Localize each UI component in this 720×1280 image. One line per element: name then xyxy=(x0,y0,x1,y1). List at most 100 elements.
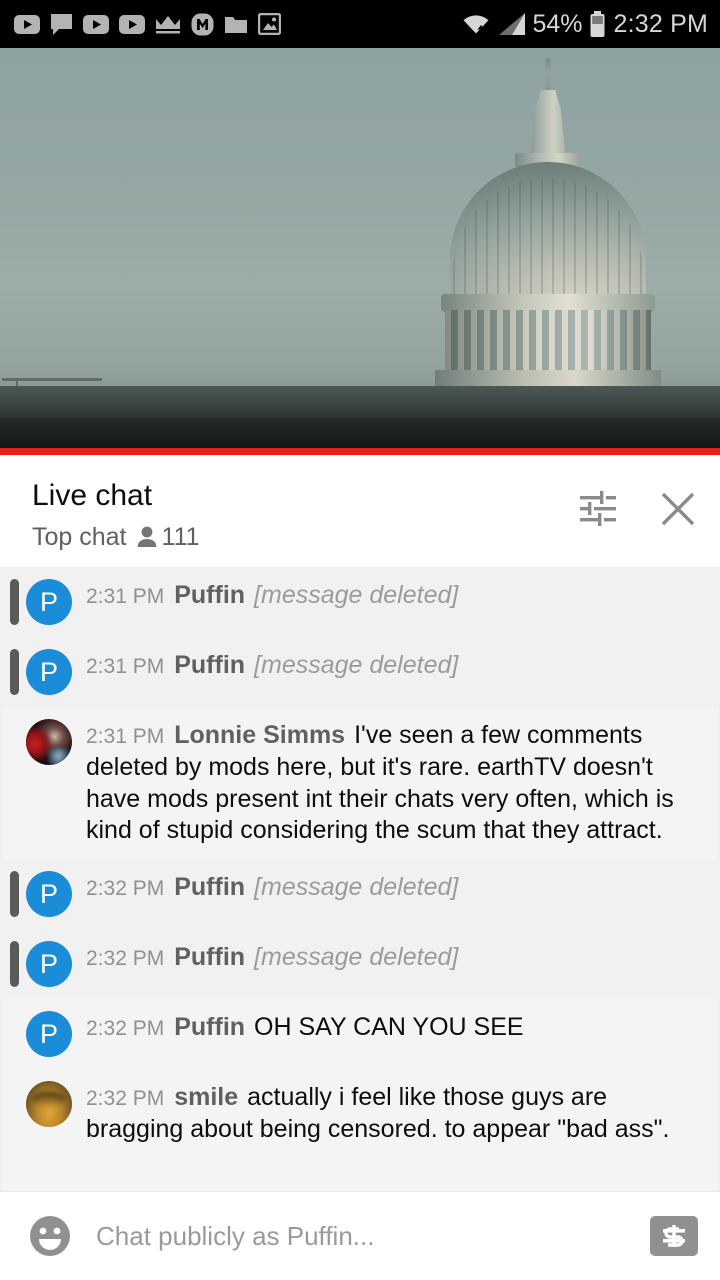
youtube-icon xyxy=(83,14,109,34)
chat-message-row[interactable]: P 2:32 PM Puffin [message deleted] xyxy=(0,929,720,999)
battery-icon xyxy=(590,10,605,37)
deleted-message-indicator-bar xyxy=(10,649,19,695)
chat-message-line: 2:32 PM Puffin [message deleted] xyxy=(86,872,698,904)
page-title: Live chat xyxy=(32,479,153,512)
chat-message-body: 2:31 PM Lonnie Simms I've seen a few comme… xyxy=(86,719,698,847)
chat-message-line: 2:32 PM smile actually i feel like those g… xyxy=(86,1082,698,1146)
chat-message-row[interactable]: 2:32 PM smile actually i feel like those g… xyxy=(0,1069,720,1158)
message-author[interactable]: Puffin xyxy=(174,1013,245,1041)
chat-message-row[interactable]: P 2:31 PM Puffin [message deleted] xyxy=(0,637,720,707)
live-chat-subheader: Top chat 111 xyxy=(32,523,200,552)
status-bar-system-icons: 54% 2:32 PM xyxy=(462,9,708,38)
chat-message-line: 2:31 PM Puffin [message deleted] xyxy=(86,650,698,682)
chat-composer xyxy=(0,1191,720,1280)
dome-tholos xyxy=(530,90,566,156)
message-timestamp: 2:32 PM xyxy=(86,877,165,900)
message-deleted-text: [message deleted] xyxy=(254,943,459,971)
message-author[interactable]: Puffin xyxy=(174,873,245,901)
chat-message-body: 2:32 PM Puffin [message deleted] xyxy=(86,941,698,987)
chat-message-row[interactable]: P 2:32 PM Puffin OH SAY CAN YOU SEE xyxy=(0,999,720,1069)
avatar[interactable]: P xyxy=(26,649,72,695)
chat-message-body: 2:32 PM Puffin [message deleted] xyxy=(86,871,698,917)
deleted-message-indicator-bar xyxy=(10,871,19,917)
avatar-letter: P xyxy=(39,1018,58,1049)
chat-message-line: 2:31 PM Lonnie Simms I've seen a few comme… xyxy=(86,720,698,847)
crane-icon xyxy=(2,378,102,381)
message-deleted-text: [message deleted] xyxy=(254,651,459,679)
emoji-smiley-icon xyxy=(30,1216,70,1256)
avatar[interactable] xyxy=(26,1081,72,1127)
video-progress-bar[interactable] xyxy=(0,448,720,455)
chat-message-row[interactable]: 2:31 PM Lonnie Simms I've seen a few comme… xyxy=(0,707,720,859)
building-roofline xyxy=(0,386,720,420)
chat-message-body: 2:31 PM Puffin [message deleted] xyxy=(86,579,698,625)
tune-sliders-icon xyxy=(580,491,616,526)
message-author[interactable]: Puffin xyxy=(174,943,245,971)
chat-message-body: 2:32 PM smile actually i feel like those g… xyxy=(86,1081,698,1146)
avatar-letter: P xyxy=(39,878,58,909)
viewer-count-group: 111 xyxy=(136,523,200,552)
message-timestamp: 2:31 PM xyxy=(86,655,165,678)
app-root: 54% 2:32 PM Live chat Top chat 111 P 2:3… xyxy=(0,0,720,1280)
chat-settings-button[interactable] xyxy=(578,489,618,529)
crown-icon xyxy=(156,16,180,34)
chat-message-row[interactable]: P 2:31 PM Puffin [message deleted] xyxy=(0,567,720,637)
statue-of-freedom xyxy=(545,58,551,92)
person-icon xyxy=(137,526,156,547)
status-bar: 54% 2:32 PM xyxy=(0,0,720,48)
folder-icon xyxy=(225,17,247,33)
deleted-message-indicator-bar xyxy=(10,941,19,987)
live-chat-header-actions xyxy=(578,479,698,529)
message-text: OH SAY CAN YOU SEE xyxy=(254,1013,524,1041)
clock-label: 2:32 PM xyxy=(613,9,708,38)
cell-signal-icon xyxy=(499,13,526,35)
message-author[interactable]: Lonnie Simms xyxy=(174,721,345,749)
dollar-bill-icon xyxy=(663,1225,685,1247)
close-chat-button[interactable] xyxy=(658,489,698,529)
chat-bubble-icon xyxy=(51,13,72,35)
chat-mode-label[interactable]: Top chat xyxy=(32,523,127,552)
dome-colonnade-shading xyxy=(445,310,651,372)
avatar[interactable]: P xyxy=(26,579,72,625)
battery-percent-label: 54% xyxy=(532,9,583,38)
message-timestamp: 2:32 PM xyxy=(86,1017,165,1040)
avatar-letter: P xyxy=(39,586,58,617)
chat-message-line: 2:32 PM Puffin [message deleted] xyxy=(86,942,698,974)
chat-message-line: 2:32 PM Puffin OH SAY CAN YOU SEE xyxy=(86,1012,698,1044)
avatar[interactable] xyxy=(26,719,72,765)
chat-message-body: 2:32 PM Puffin OH SAY CAN YOU SEE xyxy=(86,1011,698,1057)
wifi-icon xyxy=(463,15,492,36)
avatar-letter: P xyxy=(39,948,58,979)
photo-icon xyxy=(258,13,281,35)
chat-input[interactable] xyxy=(96,1220,640,1252)
close-icon xyxy=(661,492,695,526)
deleted-message-indicator-bar xyxy=(10,579,19,625)
live-chat-header: Live chat Top chat 111 xyxy=(0,455,720,567)
chat-message-body: 2:31 PM Puffin [message deleted] xyxy=(86,649,698,695)
avatar[interactable]: P xyxy=(26,1011,72,1057)
message-author[interactable]: Puffin xyxy=(174,581,245,609)
live-chat-message-list[interactable]: P 2:31 PM Puffin [message deleted] P 2:31 PM P… xyxy=(0,567,720,1191)
message-timestamp: 2:31 PM xyxy=(86,585,165,608)
message-timestamp: 2:32 PM xyxy=(86,1087,165,1110)
avatar[interactable]: P xyxy=(26,941,72,987)
video-player[interactable] xyxy=(0,48,720,448)
viewer-count-label: 111 xyxy=(161,522,200,551)
avatar-letter: P xyxy=(39,656,58,687)
status-bar-notification-icons xyxy=(14,13,281,36)
avatar[interactable]: P xyxy=(26,871,72,917)
message-deleted-text: [message deleted] xyxy=(254,581,459,609)
super-chat-button[interactable] xyxy=(650,1216,698,1256)
message-author[interactable]: Puffin xyxy=(174,651,245,679)
chat-message-line: 2:31 PM Puffin [message deleted] xyxy=(86,580,698,612)
message-author[interactable]: smile xyxy=(174,1083,238,1111)
live-chat-header-titles: Live chat Top chat 111 xyxy=(32,479,200,552)
youtube-icon xyxy=(119,14,145,34)
chat-message-row[interactable]: P 2:32 PM Puffin [message deleted] xyxy=(0,859,720,929)
message-timestamp: 2:31 PM xyxy=(86,725,165,748)
youtube-icon xyxy=(14,14,40,34)
foreground-skyline xyxy=(0,418,720,448)
emoji-picker-button[interactable] xyxy=(26,1212,74,1260)
message-timestamp: 2:32 PM xyxy=(86,947,165,970)
m-circle-icon xyxy=(191,13,214,35)
